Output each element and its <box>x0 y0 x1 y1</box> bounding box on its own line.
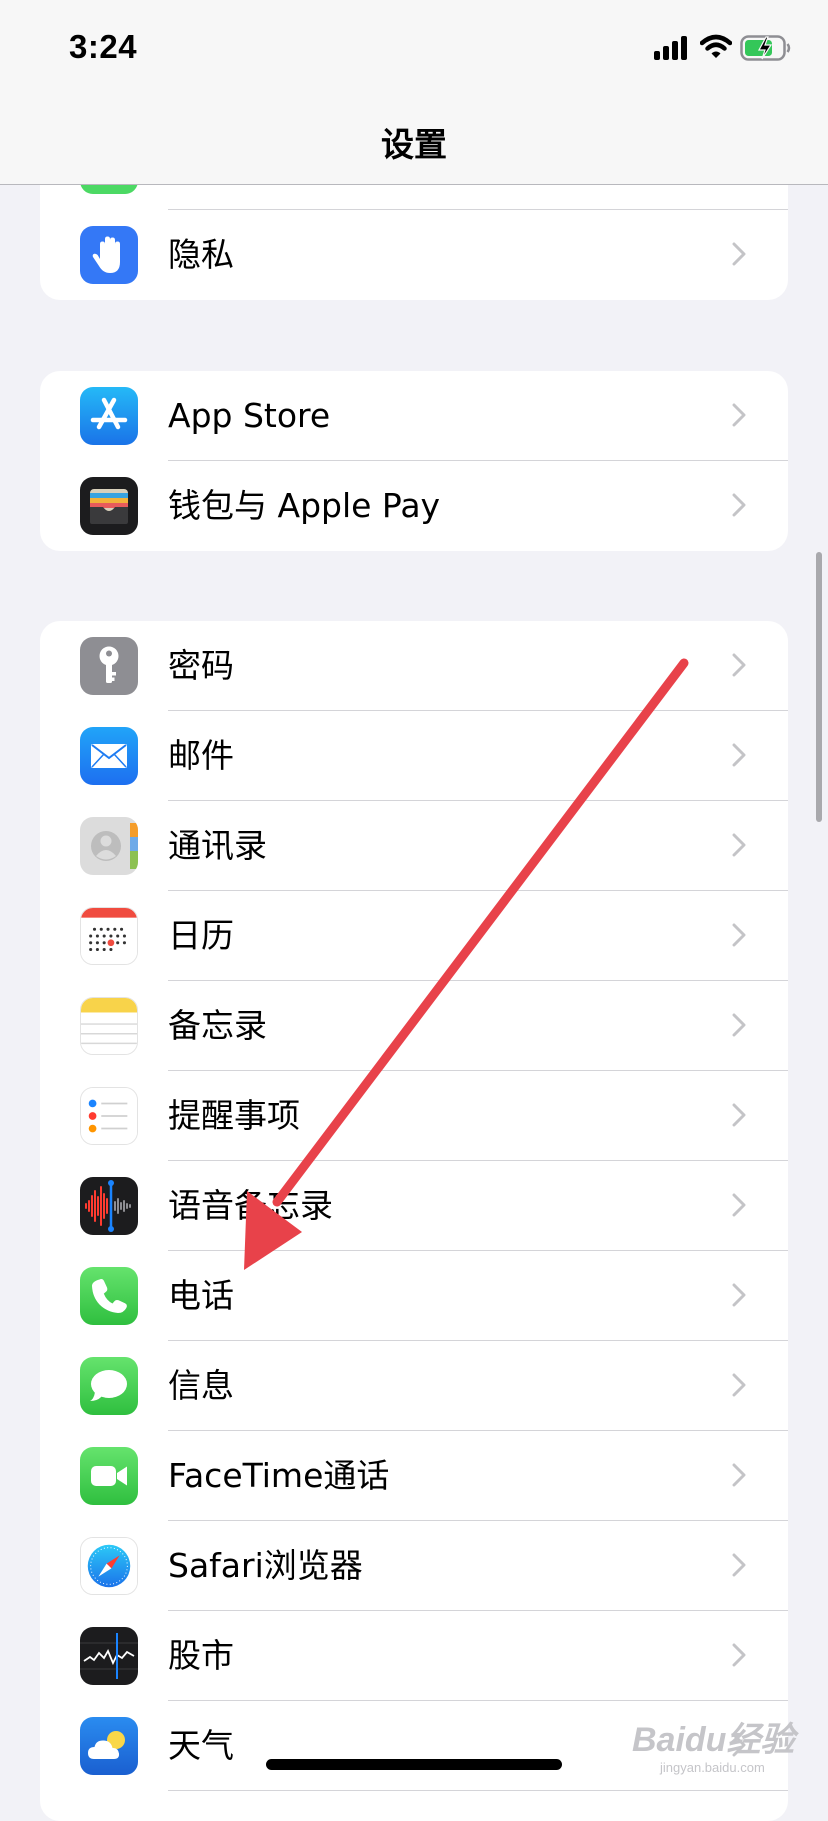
chevron-right-icon <box>732 1103 746 1127</box>
chevron-right-icon <box>732 653 746 677</box>
chevron-right-icon <box>732 403 746 427</box>
settings-row-label: 电话 <box>168 1276 234 1315</box>
settings-row-label: 股市 <box>168 1636 234 1675</box>
settings-row-label: 通讯录 <box>168 826 267 865</box>
settings-row-label: 密码 <box>168 646 234 685</box>
reminders-icon <box>80 1087 138 1145</box>
settings-row-label: 日历 <box>168 916 234 955</box>
cellular-signal-icon <box>654 36 687 60</box>
voice-memos-icon <box>80 1177 138 1235</box>
status-bar: 3:24 <box>0 0 828 100</box>
safari-icon <box>80 1537 138 1595</box>
settings-row-label: 信息 <box>168 1366 234 1405</box>
settings-row-label: 语音备忘录 <box>168 1186 333 1225</box>
settings-row-voice-memos[interactable]: 语音备忘录 <box>40 1161 788 1251</box>
settings-row-label: 备忘录 <box>168 1006 267 1045</box>
status-time: 3:24 <box>69 28 138 65</box>
home-indicator[interactable] <box>266 1759 562 1770</box>
scroll-indicator[interactable] <box>816 552 822 822</box>
row-separator <box>168 1789 788 1791</box>
calendar-icon <box>80 907 138 965</box>
contacts-icon <box>80 817 138 875</box>
settings-row-phone[interactable]: 电话 <box>40 1251 788 1341</box>
chevron-right-icon <box>732 1373 746 1397</box>
settings-row-safari[interactable]: Safari浏览器 <box>40 1521 788 1611</box>
weather-icon <box>80 1717 138 1775</box>
settings-row-mail[interactable]: 邮件 <box>40 711 788 801</box>
messages-icon <box>80 1357 138 1415</box>
settings-row-label: Safari浏览器 <box>168 1546 363 1585</box>
chevron-right-icon <box>732 743 746 767</box>
settings-group-apps: 密码 邮件 通讯录 日历 备忘录 提醒事项 语音备忘录 电话 信息 FaceTi… <box>40 621 788 1821</box>
settings-row-privacy[interactable]: 隐私 <box>40 210 788 300</box>
chevron-right-icon <box>732 1463 746 1487</box>
phone-icon <box>80 1267 138 1325</box>
chevron-right-icon <box>732 1643 746 1667</box>
settings-row-app-store[interactable]: App Store <box>40 371 788 461</box>
settings-row-stocks[interactable]: 股市 <box>40 1611 788 1701</box>
settings-row-wallet[interactable]: 钱包与 Apple Pay <box>40 461 788 551</box>
chevron-right-icon <box>732 833 746 857</box>
settings-row-label: 邮件 <box>168 736 234 775</box>
settings-row-label: 提醒事项 <box>168 1096 300 1135</box>
chevron-right-icon <box>732 493 746 517</box>
settings-row-label: 天气 <box>168 1726 234 1765</box>
settings-row-label: 隐私 <box>168 235 234 274</box>
chevron-right-icon <box>732 923 746 947</box>
navigation-bar: 设置 <box>0 100 828 185</box>
settings-row-label: FaceTime通话 <box>168 1456 390 1495</box>
hand-icon <box>80 226 138 284</box>
stocks-icon <box>80 1627 138 1685</box>
chevron-right-icon <box>732 1013 746 1037</box>
settings-group-store: App Store 钱包与 Apple Pay <box>40 371 788 551</box>
wifi-icon <box>700 34 732 58</box>
page-title: 设置 <box>381 125 447 164</box>
baidu-watermark-site: jingyan.baidu.com <box>660 1760 765 1775</box>
settings-row-messages[interactable]: 信息 <box>40 1341 788 1431</box>
settings-row-contacts[interactable]: 通讯录 <box>40 801 788 891</box>
settings-row-calendar[interactable]: 日历 <box>40 891 788 981</box>
chevron-right-icon <box>732 1553 746 1577</box>
battery-charging-icon <box>740 35 791 61</box>
settings-row-notes[interactable]: 备忘录 <box>40 981 788 1071</box>
settings-row-facetime[interactable]: FaceTime通话 <box>40 1431 788 1521</box>
settings-row-label: App Store <box>168 396 331 435</box>
chevron-right-icon <box>732 242 746 266</box>
chevron-right-icon <box>732 1193 746 1217</box>
settings-row-passwords[interactable]: 密码 <box>40 621 788 711</box>
settings-row-reminders[interactable]: 提醒事项 <box>40 1071 788 1161</box>
mail-icon <box>80 727 138 785</box>
chevron-right-icon <box>732 1283 746 1307</box>
facetime-icon <box>80 1447 138 1505</box>
settings-row-label: 钱包与 Apple Pay <box>168 486 441 525</box>
key-icon <box>80 637 138 695</box>
app-store-icon <box>80 387 138 445</box>
baidu-watermark: Baidu经验 <box>632 1721 795 1759</box>
wallet-icon <box>80 477 138 535</box>
notes-icon <box>80 997 138 1055</box>
